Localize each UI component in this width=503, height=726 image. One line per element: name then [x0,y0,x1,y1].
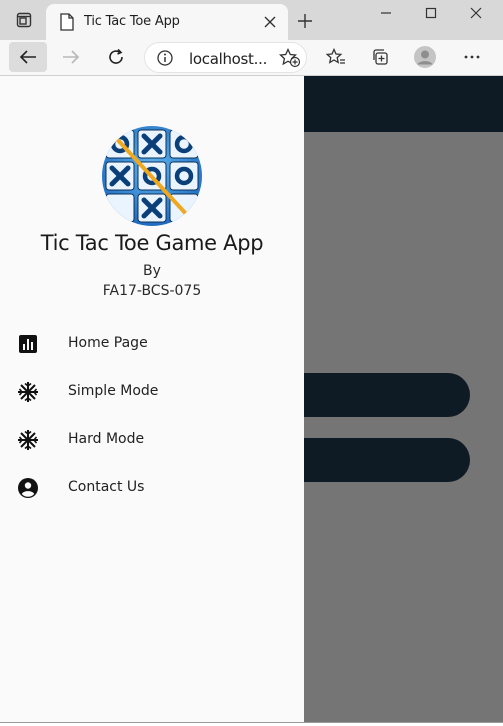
new-tab-button[interactable] [292,8,318,34]
forward-button[interactable] [53,42,89,72]
drawer-item-label: Home Page [68,335,148,351]
favorites-icon [326,48,345,64]
collections-button[interactable] [362,42,398,72]
reload-icon [109,48,123,64]
browser-toolbar: localhost... [0,40,503,76]
snowflake-icon [16,380,40,404]
tab-actions-icon [16,12,32,28]
browser-title-bar: Tic Tac Toe App [0,0,503,40]
minimize-icon [381,12,391,14]
window-maximize-button[interactable] [409,0,453,26]
info-icon[interactable] [157,50,173,66]
window-close-button[interactable] [454,0,498,26]
author-roll-number: FA17-BCS-075 [102,283,202,299]
reload-button[interactable] [98,42,134,72]
tab-close-button[interactable] [260,12,280,32]
close-icon [264,16,276,28]
add-favorite-icon[interactable] [279,48,301,68]
drawer-item-label: Hard Mode [68,431,145,447]
window-minimize-button[interactable] [364,0,408,26]
plus-icon [298,14,312,28]
settings-menu-button[interactable] [454,42,490,72]
account-circle-icon [16,476,40,500]
bar-chart-icon [16,332,40,356]
app-logo [102,126,202,226]
profile-button[interactable] [407,42,443,72]
close-icon [470,7,482,19]
snowflake-icon [16,428,40,452]
tab-title: Tic Tac Toe App [84,14,180,29]
drawer-item-label: Contact Us [68,479,145,495]
tab-actions-button[interactable] [10,8,38,32]
back-arrow-icon [19,50,36,64]
address-url[interactable]: localhost... [189,50,267,68]
tic-tac-toe-logo-image [102,126,202,226]
avatar-icon [414,46,436,68]
address-bar[interactable]: localhost... [144,42,307,73]
tab-tic-tac-toe[interactable]: Tic Tac Toe App [46,4,288,40]
drawer-item-contact-us[interactable]: Contact Us [0,464,304,512]
app-title: Tic Tac Toe Game App [40,231,264,255]
drawer-item-label: Simple Mode [68,383,159,399]
drawer-item-home-page[interactable]: Home Page [0,320,304,368]
maximize-icon [425,7,437,19]
back-button[interactable] [9,42,47,72]
navigation-drawer: Tic Tac Toe Game App By FA17-BCS-075 Hom… [0,76,304,722]
drawer-item-simple-mode[interactable]: Simple Mode [0,368,304,416]
window-bottom-edge [0,722,503,726]
drawer-item-hard-mode[interactable]: Hard Mode [0,416,304,464]
author-by-label: By [143,263,161,279]
collections-icon [373,49,388,65]
page-icon [60,13,74,31]
favorites-button[interactable] [318,42,354,72]
forward-arrow-icon [63,50,80,64]
more-options-icon [464,55,480,59]
